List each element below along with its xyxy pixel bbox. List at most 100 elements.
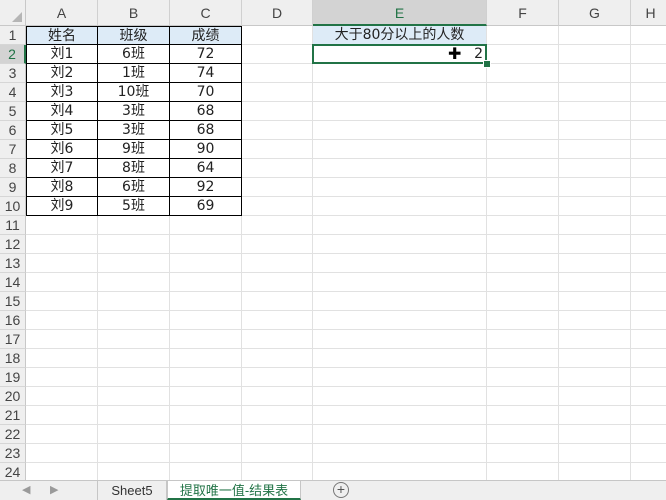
grid-cell[interactable] xyxy=(313,368,487,387)
grid-cell[interactable] xyxy=(242,159,313,178)
grid-cell[interactable] xyxy=(487,425,559,444)
grid-cell[interactable] xyxy=(98,273,170,292)
grid-cell[interactable] xyxy=(559,330,631,349)
grid-cell[interactable] xyxy=(170,425,242,444)
grid-cell[interactable] xyxy=(242,311,313,330)
grid-cell[interactable] xyxy=(98,216,170,235)
table-data-cell[interactable]: 刘4 xyxy=(26,102,98,121)
grid-cell[interactable] xyxy=(242,121,313,140)
grid-cell[interactable] xyxy=(242,273,313,292)
grid-cell[interactable] xyxy=(313,463,487,480)
grid-cell[interactable] xyxy=(559,292,631,311)
grid-cell[interactable] xyxy=(98,368,170,387)
grid-cell[interactable] xyxy=(242,197,313,216)
grid-cell[interactable] xyxy=(559,197,631,216)
grid-cell[interactable] xyxy=(170,292,242,311)
grid-cell[interactable] xyxy=(98,292,170,311)
grid-cell[interactable] xyxy=(242,254,313,273)
grid-cell[interactable] xyxy=(313,330,487,349)
grid-cell[interactable] xyxy=(98,311,170,330)
tab-prev-icon[interactable]: ◀ xyxy=(22,483,30,496)
grid-cell[interactable] xyxy=(487,387,559,406)
grid-cell[interactable] xyxy=(98,425,170,444)
grid-cell[interactable] xyxy=(98,444,170,463)
grid-cell[interactable] xyxy=(26,387,98,406)
grid-cell[interactable] xyxy=(631,349,666,368)
row-header-22[interactable]: 22 xyxy=(0,425,26,444)
table-data-cell[interactable]: 9班 xyxy=(98,140,170,159)
grid-cell[interactable] xyxy=(487,330,559,349)
grid-cell[interactable] xyxy=(242,349,313,368)
grid-cell[interactable] xyxy=(559,311,631,330)
grid-cell[interactable] xyxy=(559,349,631,368)
grid-cell[interactable] xyxy=(487,444,559,463)
grid-cell[interactable] xyxy=(559,140,631,159)
table-data-cell[interactable]: 刘9 xyxy=(26,197,98,216)
grid-cell[interactable] xyxy=(487,121,559,140)
grid-cell[interactable] xyxy=(242,102,313,121)
grid-cell[interactable] xyxy=(170,368,242,387)
grid-cell[interactable] xyxy=(559,64,631,83)
spreadsheet-grid[interactable]: ABCDEFGH 1 2 3 4 5 6 7 8 9 10 11 12 13 14 15 16 17 18 19 20… xyxy=(0,0,666,480)
row-header-21[interactable]: 21 xyxy=(0,406,26,425)
grid-cell[interactable] xyxy=(242,216,313,235)
table-header-cell[interactable]: 班级 xyxy=(98,26,170,45)
grid-cell[interactable] xyxy=(487,26,559,45)
table-data-cell[interactable]: 1班 xyxy=(98,64,170,83)
grid-cell[interactable] xyxy=(242,330,313,349)
grid-cell[interactable] xyxy=(559,45,631,64)
row-header-17[interactable]: 17 xyxy=(0,330,26,349)
grid-cell[interactable] xyxy=(487,273,559,292)
table-data-cell[interactable]: 5班 xyxy=(98,197,170,216)
grid-cell[interactable] xyxy=(487,45,559,64)
column-header-b[interactable]: B xyxy=(98,0,170,26)
grid-cell[interactable] xyxy=(631,406,666,425)
table-data-cell[interactable]: 6班 xyxy=(98,45,170,64)
grid-cell[interactable] xyxy=(631,26,666,45)
column-header-a[interactable]: A xyxy=(26,0,98,26)
table-data-cell[interactable]: 64 xyxy=(170,159,242,178)
row-header-11[interactable]: 11 xyxy=(0,216,26,235)
grid-cell[interactable] xyxy=(98,330,170,349)
row-header-19[interactable]: 19 xyxy=(0,368,26,387)
table-header-cell[interactable]: 姓名 xyxy=(26,26,98,45)
grid-cell[interactable] xyxy=(559,368,631,387)
grid-cell[interactable] xyxy=(242,83,313,102)
table-data-cell[interactable]: 68 xyxy=(170,102,242,121)
grid-cell[interactable] xyxy=(631,311,666,330)
grid-cell[interactable] xyxy=(242,292,313,311)
grid-cell[interactable] xyxy=(170,254,242,273)
grid-cell[interactable] xyxy=(559,26,631,45)
table-data-cell[interactable]: 刘7 xyxy=(26,159,98,178)
table-data-cell[interactable]: 68 xyxy=(170,121,242,140)
grid-cell[interactable] xyxy=(487,197,559,216)
table-data-cell[interactable]: 74 xyxy=(170,64,242,83)
grid-cell[interactable] xyxy=(242,425,313,444)
grid-cell[interactable] xyxy=(313,102,487,121)
grid-cell[interactable] xyxy=(242,387,313,406)
row-header-1[interactable]: 1 xyxy=(0,26,26,45)
row-header-12[interactable]: 12 xyxy=(0,235,26,254)
grid-cell[interactable] xyxy=(313,387,487,406)
grid-cell[interactable] xyxy=(559,273,631,292)
grid-cell[interactable] xyxy=(242,463,313,480)
grid-cell[interactable] xyxy=(313,235,487,254)
column-header-e[interactable]: E xyxy=(313,0,487,26)
grid-cell[interactable] xyxy=(631,140,666,159)
grid-cell[interactable] xyxy=(313,406,487,425)
grid-cell[interactable] xyxy=(26,254,98,273)
grid-cell[interactable] xyxy=(559,121,631,140)
grid-cell[interactable] xyxy=(631,292,666,311)
grid-cell[interactable] xyxy=(98,235,170,254)
table-data-cell[interactable]: 刘1 xyxy=(26,45,98,64)
grid-cell[interactable] xyxy=(313,64,487,83)
table-data-cell[interactable]: 90 xyxy=(170,140,242,159)
grid-cell[interactable] xyxy=(487,140,559,159)
grid-cell[interactable] xyxy=(487,292,559,311)
grid-cell[interactable] xyxy=(487,406,559,425)
row-header-5[interactable]: 5 xyxy=(0,102,26,121)
grid-cell[interactable] xyxy=(487,349,559,368)
grid-cell[interactable] xyxy=(559,254,631,273)
table-data-cell[interactable]: 刘5 xyxy=(26,121,98,140)
grid-cell[interactable] xyxy=(559,444,631,463)
